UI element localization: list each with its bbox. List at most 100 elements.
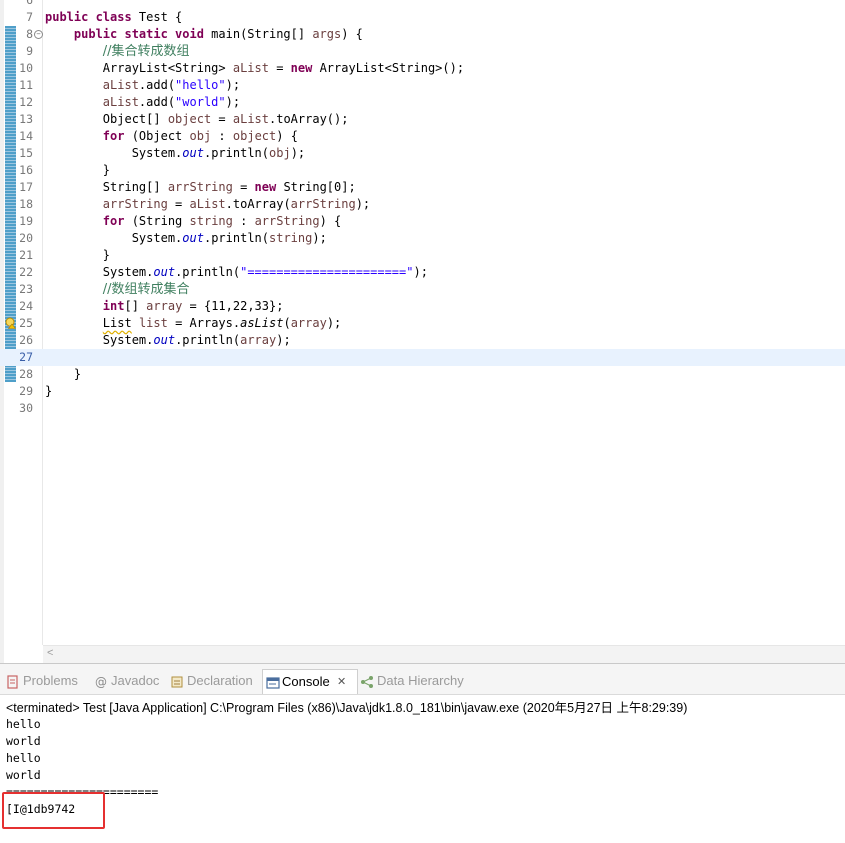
code-line-9[interactable]: 9 //集合转成数组: [0, 43, 845, 60]
code-text: }: [45, 384, 53, 398]
line-number: 30: [19, 401, 33, 415]
code-line-28[interactable]: 28 }: [0, 366, 845, 383]
code-line-6[interactable]: 6: [0, 0, 845, 9]
line-number: 25: [19, 316, 33, 330]
code-line-11[interactable]: 11 aList.add("hello");: [0, 77, 845, 94]
tab-declaration[interactable]: Declaration: [168, 669, 256, 693]
tab-label: Data Hierarchy: [377, 673, 464, 688]
code-text: aList.add("world");: [102, 95, 241, 109]
code-text: System.out.println(array);: [45, 333, 291, 347]
code-text: //数组转成集合: [102, 282, 190, 297]
javadoc-icon: @: [95, 675, 107, 689]
code-line-24[interactable]: 24 int[] array = {11,22,33};: [0, 298, 845, 315]
code-line-30[interactable]: 30: [0, 400, 845, 417]
line-number: 9: [26, 44, 33, 58]
code-text: }: [45, 367, 82, 381]
horizontal-scrollbar[interactable]: <: [43, 645, 845, 663]
line-number: 12: [19, 95, 33, 109]
tab-console[interactable]: Console ✕: [262, 669, 358, 694]
problems-icon: [7, 675, 18, 689]
code-line-18[interactable]: 18 arrString = aList.toArray(arrString);: [0, 196, 845, 213]
line-number: 23: [19, 282, 33, 296]
line-number: 17: [19, 180, 33, 194]
scroll-left-icon[interactable]: <: [47, 647, 53, 659]
line-number: 21: [19, 248, 33, 262]
code-text: int[] array = {11,22,33};: [102, 299, 284, 313]
code-text: public static void main(String[] args) {: [73, 27, 363, 41]
console-output-line: world: [6, 768, 41, 782]
line-number: 7: [26, 10, 33, 24]
code-text: }: [45, 163, 111, 177]
line-number: 13: [19, 112, 33, 126]
warning-lightbulb-icon[interactable]: [5, 317, 16, 329]
fold-collapse-icon[interactable]: −: [34, 30, 43, 39]
panel-tab-bar: Problems @ Javadoc Declaration Console ✕ Data …: [0, 664, 845, 695]
code-line-12[interactable]: 12 aList.add("world");: [0, 94, 845, 111]
code-line-22[interactable]: 22 System.out.println("=================…: [0, 264, 845, 281]
code-text: public class Test {: [45, 10, 183, 24]
code-line-14[interactable]: 14 for (Object obj : object) {: [0, 128, 845, 145]
line-number: 14: [19, 129, 33, 143]
code-text: }: [45, 248, 111, 262]
close-icon[interactable]: ✕: [337, 670, 346, 694]
console-output-line: hello: [6, 751, 41, 765]
svg-text:@: @: [95, 675, 107, 689]
code-line-27[interactable]: 27: [0, 349, 845, 366]
code-line-8[interactable]: 8− public static void main(String[] args…: [0, 26, 845, 43]
code-line-10[interactable]: 10 ArrayList<String> aList = new ArrayLi…: [0, 60, 845, 77]
code-text: for (Object obj : object) {: [102, 129, 298, 143]
code-text: for (String string : arrString) {: [102, 214, 342, 228]
code-text: List list = Arrays.asList(array);: [102, 316, 342, 330]
code-line-26[interactable]: 26 System.out.println(array);: [0, 332, 845, 349]
line-number: 27: [19, 350, 33, 364]
tab-problems[interactable]: Problems: [4, 669, 86, 693]
code-text: Object[] object = aList.toArray();: [45, 112, 349, 126]
line-number: 20: [19, 231, 33, 245]
code-text: arrString = aList.toArray(arrString);: [102, 197, 371, 211]
console-output-line: hello: [6, 717, 41, 731]
code-line-29[interactable]: 29}: [0, 383, 845, 400]
code-text: System.out.println(string);: [45, 231, 327, 245]
code-text: System.out.println("====================…: [45, 265, 428, 279]
code-line-23[interactable]: 23 //数组转成集合: [0, 281, 845, 298]
line-number: 11: [19, 78, 33, 92]
console-panel: Problems @ Javadoc Declaration Console ✕ Data …: [0, 663, 845, 843]
console-status-line: <terminated> Test [Java Application] C:\…: [6, 701, 688, 715]
line-number: 6: [26, 0, 33, 7]
code-line-21[interactable]: 21 }: [0, 247, 845, 264]
code-text: //集合转成数组: [102, 44, 190, 59]
console-output-line: world: [6, 734, 41, 748]
line-number: 15: [19, 146, 33, 160]
line-number: 29: [19, 384, 33, 398]
code-line-15[interactable]: 15 System.out.println(obj);: [0, 145, 845, 162]
tab-label: Console: [282, 674, 330, 689]
code-text: aList.add("hello");: [102, 78, 241, 92]
line-number: 18: [19, 197, 33, 211]
tab-data-hierarchy[interactable]: Data Hierarchy: [358, 669, 468, 693]
tab-javadoc[interactable]: @ Javadoc: [92, 669, 162, 693]
declaration-icon: [171, 676, 183, 688]
code-line-20[interactable]: 20 System.out.println(string);: [0, 230, 845, 247]
console-icon: [266, 677, 280, 689]
code-editor[interactable]: 6 7 public class Test { 8− public static vo…: [0, 0, 845, 663]
tab-label: Javadoc: [111, 673, 160, 688]
line-number: 28: [19, 367, 33, 381]
code-line-17[interactable]: 17 String[] arrString = new String[0];: [0, 179, 845, 196]
code-line-7[interactable]: 7 public class Test {: [0, 9, 845, 26]
code-text: ArrayList<String> aList = new ArrayList<…: [45, 61, 465, 75]
line-number: 19: [19, 214, 33, 228]
line-number: 24: [19, 299, 33, 313]
tab-label: Declaration: [187, 673, 253, 688]
code-line-16[interactable]: 16 }: [0, 162, 845, 179]
line-number: 8: [26, 27, 33, 41]
code-line-19[interactable]: 19 for (String string : arrString) {: [0, 213, 845, 230]
code-line-13[interactable]: 13 Object[] object = aList.toArray();: [0, 111, 845, 128]
tab-label: Problems: [23, 673, 78, 688]
line-number: 16: [19, 163, 33, 177]
line-number: 10: [19, 61, 33, 75]
line-number: 22: [19, 265, 33, 279]
code-text: System.out.println(obj);: [45, 146, 306, 160]
data-hierarchy-icon: [361, 676, 373, 688]
line-number: 26: [19, 333, 33, 347]
code-line-25[interactable]: 25 List list = Arrays.asList(array);: [0, 315, 845, 332]
